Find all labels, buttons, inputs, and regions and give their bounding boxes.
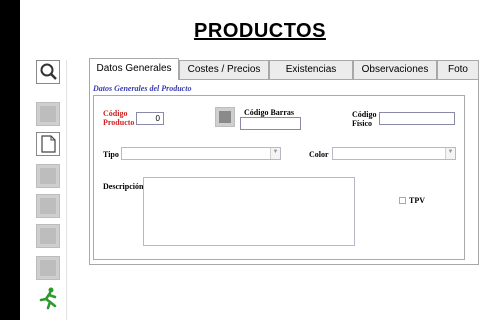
new-button[interactable] [36, 132, 60, 156]
descripcion-textarea[interactable] [143, 177, 355, 246]
codigo-barras-input[interactable] [240, 117, 301, 130]
tpv-label: TPV [409, 196, 425, 205]
codigo-producto-label-line2: Producto [103, 118, 135, 127]
codigo-fisico-label-line1: Código [352, 110, 377, 119]
codigo-producto-input[interactable]: 0 [136, 112, 164, 125]
toolbar-separator [66, 60, 67, 320]
codigo-fisico-label-line2: Físico [352, 119, 372, 128]
disabled-toolbar-button-2[interactable] [36, 164, 60, 188]
color-label: Color [309, 150, 329, 159]
new-document-icon [41, 135, 56, 153]
codigo-producto-label-line1: Código [103, 109, 128, 118]
codigo-producto-label: Código Producto [103, 109, 134, 127]
tab-observaciones[interactable]: Observaciones [353, 60, 437, 80]
disabled-icon [40, 106, 56, 122]
disabled-icon [40, 228, 56, 244]
tab-datos-generales[interactable]: Datos Generales [89, 58, 179, 80]
main-window: PRODUCTOS Datos Generales Costes / Preci… [20, 0, 493, 320]
descripcion-label: Descripción [103, 182, 144, 191]
search-button[interactable] [36, 60, 60, 84]
barcode-icon [219, 111, 231, 123]
search-icon [40, 63, 57, 80]
chevron-down-icon: ▼ [445, 148, 455, 159]
exit-runner-icon [39, 287, 57, 310]
tipo-label: Tipo [103, 150, 119, 159]
disabled-icon [40, 198, 56, 214]
exit-button[interactable] [36, 286, 60, 310]
disabled-toolbar-button-3[interactable] [36, 194, 60, 218]
disabled-toolbar-button-5[interactable] [36, 256, 60, 280]
codigo-barras-label: Código Barras [244, 108, 294, 117]
codigo-fisico-input[interactable] [379, 112, 455, 125]
disabled-icon [40, 168, 56, 184]
color-select[interactable]: ▼ [332, 147, 456, 160]
tab-existencias[interactable]: Existencias [269, 60, 353, 80]
codigo-fisico-label: Código Físico [352, 110, 376, 128]
page-title: PRODUCTOS [194, 20, 326, 42]
disabled-toolbar-button-1[interactable] [36, 102, 60, 126]
tipo-select[interactable]: ▼ [121, 147, 281, 160]
chevron-down-icon: ▼ [270, 148, 280, 159]
tpv-checkbox[interactable] [399, 197, 406, 204]
tab-costes-precios[interactable]: Costes / Precios [179, 60, 269, 80]
tab-foto[interactable]: Foto [437, 60, 479, 80]
disabled-icon [40, 260, 56, 276]
disabled-toolbar-button-4[interactable] [36, 224, 60, 248]
section-title: Datos Generales del Producto [93, 84, 192, 93]
barcode-button[interactable] [215, 107, 235, 127]
